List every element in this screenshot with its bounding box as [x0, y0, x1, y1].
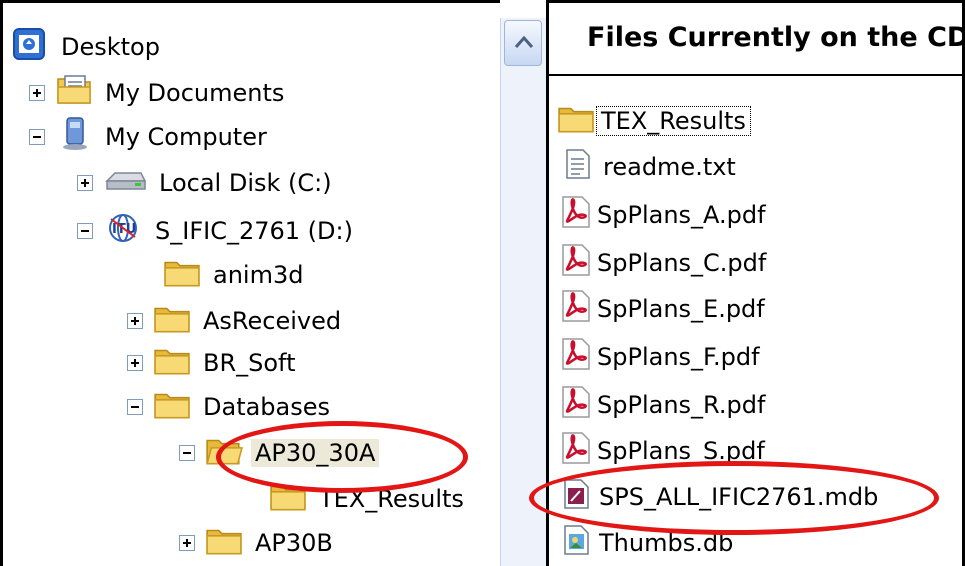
expand-icon[interactable]	[77, 175, 93, 191]
tree-item-label: My Computer	[105, 123, 267, 151]
collapse-icon[interactable]	[77, 223, 93, 239]
file-item-label: SpPlans_R.pdf	[597, 391, 766, 419]
file-item-spplans-e[interactable]: SpPlans_E.pdf	[561, 289, 769, 329]
scroll-up-button[interactable]	[504, 20, 542, 66]
file-item-sps-all-mdb[interactable]: SPS_ALL_IFIC2761.mdb	[563, 477, 882, 517]
thumbs-db-icon	[563, 524, 591, 562]
folder-icon	[153, 388, 191, 426]
file-item-label: TEX_Results	[596, 106, 751, 136]
file-item-spplans-a[interactable]: SpPlans_A.pdf	[561, 195, 770, 235]
folder-icon	[153, 344, 191, 382]
tree-item-label: Local Disk (C:)	[159, 169, 332, 197]
file-item-spplans-f[interactable]: SpPlans_F.pdf	[561, 337, 764, 377]
folder-icon	[205, 524, 243, 562]
tree-item-label: Databases	[203, 393, 331, 421]
tree-item-br-soft[interactable]: BR_Soft	[127, 343, 300, 383]
tree-item-label: My Documents	[105, 79, 285, 107]
pane-title: Files Currently on the CD	[587, 22, 965, 53]
cd-drive-icon: ITU	[103, 211, 143, 251]
collapse-icon[interactable]	[179, 445, 195, 461]
text-file-icon	[565, 148, 591, 186]
tree-item-label: anim3d	[213, 261, 304, 289]
tree-item-anim3d[interactable]: anim3d	[163, 255, 307, 295]
pdf-icon	[561, 431, 591, 471]
file-item-label: SpPlans_F.pdf	[597, 343, 760, 371]
pdf-icon	[561, 385, 591, 425]
tree-item-label: AP30B	[255, 529, 333, 557]
collapse-icon[interactable]	[29, 129, 45, 145]
file-item-label: SpPlans_A.pdf	[597, 201, 766, 229]
file-item-label: SpPlans_S.pdf	[597, 437, 765, 465]
tree-item-label: TEX_Results	[319, 485, 464, 513]
tree-item-cd-drive[interactable]: ITU S_IFIC_2761 (D:)	[77, 211, 357, 251]
tree-item-label: S_IFIC_2761 (D:)	[155, 217, 353, 245]
access-db-icon	[563, 478, 591, 516]
file-item-spplans-c[interactable]: SpPlans_C.pdf	[561, 243, 770, 283]
drive-icon	[103, 167, 147, 199]
tree-item-label: AsReceived	[203, 307, 342, 335]
file-item-readme[interactable]: readme.txt	[565, 147, 740, 187]
pdf-icon	[561, 243, 591, 283]
expand-icon[interactable]	[127, 313, 143, 329]
desktop-icon	[11, 27, 49, 67]
file-item-label: SpPlans_C.pdf	[597, 249, 767, 277]
pdf-icon	[561, 337, 591, 377]
tree-item-label: Desktop	[61, 33, 160, 61]
folder-icon	[557, 102, 595, 140]
file-item-spplans-s[interactable]: SpPlans_S.pdf	[561, 431, 769, 471]
tree-item-asreceived[interactable]: AsReceived	[127, 301, 345, 341]
folder-tree-pane: Desktop My Documents My Computer Local D…	[0, 0, 500, 566]
tree-item-my-documents[interactable]: My Documents	[29, 73, 288, 113]
pdf-icon	[561, 195, 591, 235]
computer-icon	[55, 116, 93, 158]
chevron-up-icon	[514, 35, 534, 48]
expand-icon[interactable]	[179, 535, 195, 551]
expand-icon[interactable]	[29, 85, 45, 101]
tree-item-local-disk[interactable]: Local Disk (C:)	[77, 163, 336, 203]
tree-item-databases[interactable]: Databases	[127, 387, 334, 427]
header-divider	[549, 74, 965, 76]
expand-icon[interactable]	[127, 355, 143, 371]
file-item-spplans-r[interactable]: SpPlans_R.pdf	[561, 385, 769, 425]
folder-icon	[269, 480, 307, 518]
file-item-label: readme.txt	[603, 153, 736, 181]
tree-item-desktop[interactable]: Desktop	[11, 27, 164, 67]
folder-icon	[153, 302, 191, 340]
collapse-icon[interactable]	[127, 399, 143, 415]
tree-item-ap30b[interactable]: AP30B	[179, 523, 337, 563]
file-item-thumbs-db[interactable]: Thumbs.db	[563, 523, 737, 563]
folder-icon	[163, 256, 201, 294]
folder-open-icon	[205, 434, 243, 472]
tree-item-tex-results[interactable]: TEX_Results	[269, 479, 468, 519]
tree-scrollbar[interactable]	[500, 18, 546, 566]
tree-item-label: AP30_30A	[251, 439, 380, 467]
tree-item-my-computer[interactable]: My Computer	[29, 117, 271, 157]
tree-item-label: BR_Soft	[203, 349, 296, 377]
file-item-label: SPS_ALL_IFIC2761.mdb	[599, 483, 879, 511]
file-item-label: SpPlans_E.pdf	[597, 295, 765, 323]
tree-item-ap30-30a[interactable]: AP30_30A	[179, 433, 380, 473]
pdf-icon	[561, 289, 591, 329]
documents-icon	[55, 73, 93, 113]
file-list-pane: Files Currently on the CD TEX_Results re…	[529, 0, 965, 566]
file-item-tex-results[interactable]: TEX_Results	[557, 101, 751, 141]
file-item-label: Thumbs.db	[599, 529, 734, 557]
